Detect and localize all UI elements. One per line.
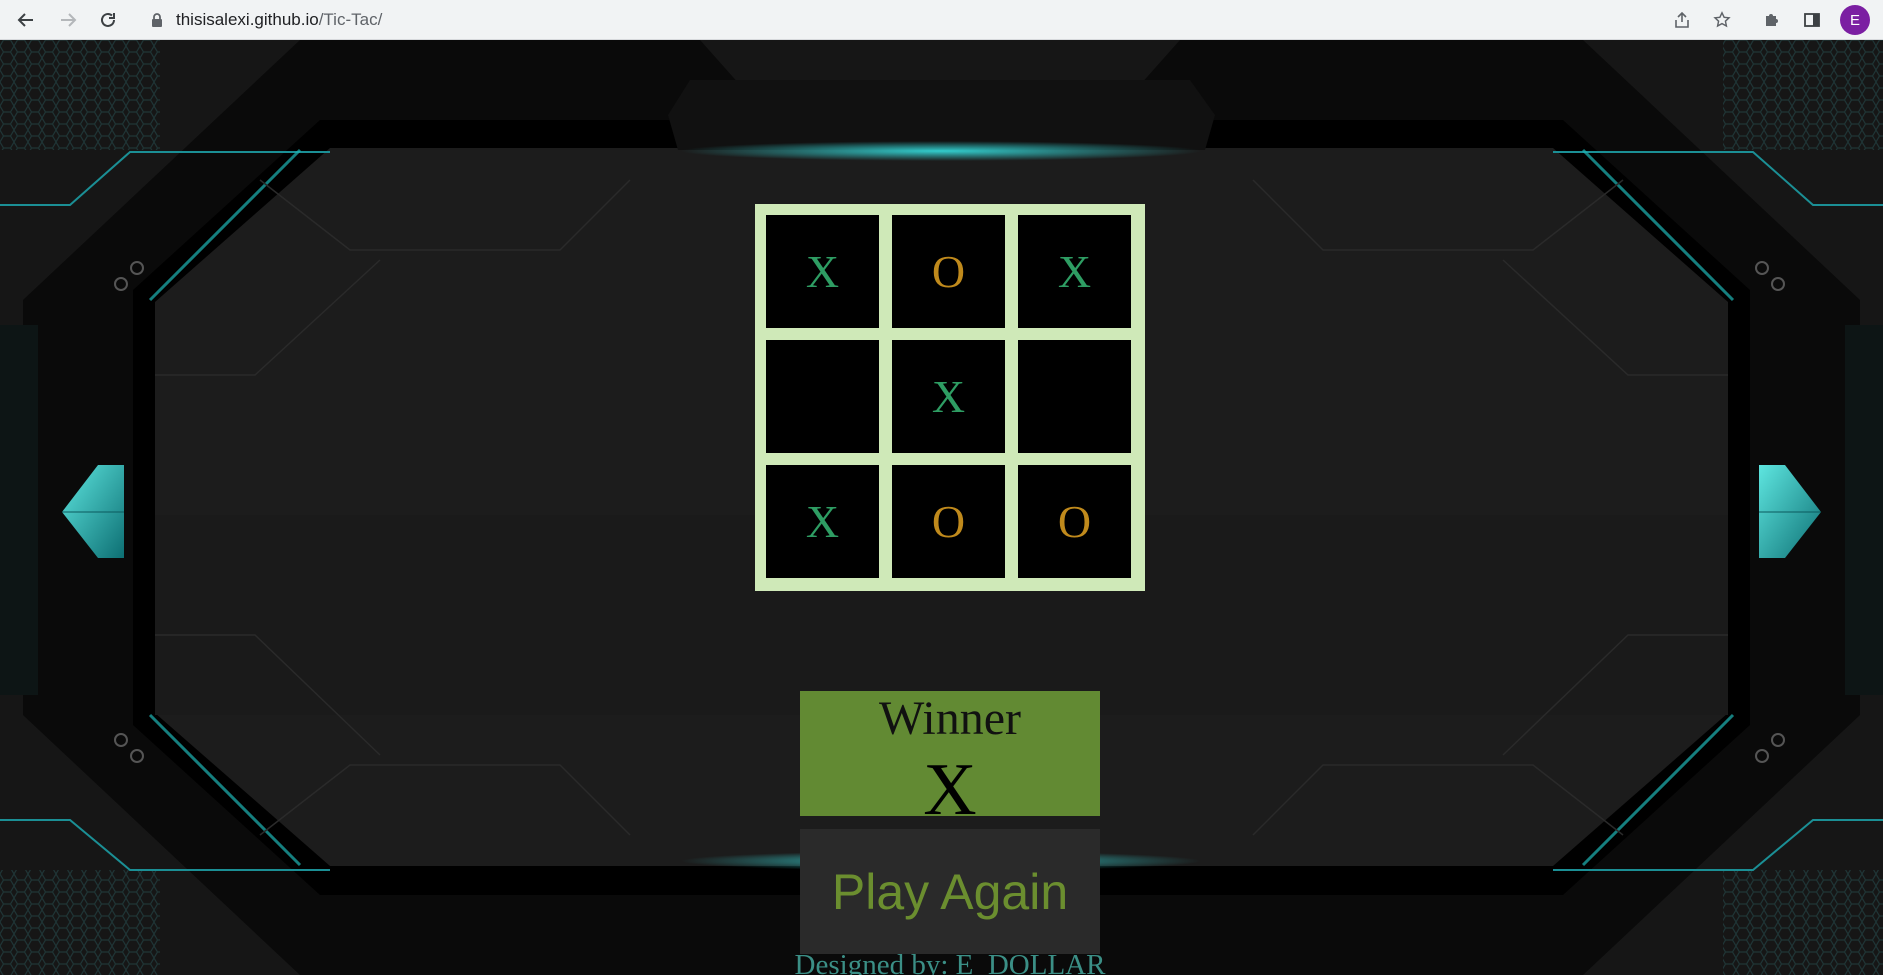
board-cell-r2-c3[interactable] [1018, 340, 1131, 453]
winner-label: Winner [878, 692, 1021, 745]
board-cell-r2-c1[interactable] [766, 340, 879, 453]
puzzle-icon [1766, 14, 1778, 26]
tic-tac-toe-board: XOXXXOO [755, 204, 1145, 591]
share-button[interactable] [1668, 6, 1696, 34]
winner-value: X [923, 749, 977, 816]
board-cell-r1-c3[interactable]: X [1018, 215, 1131, 328]
url-host: thisisalexi.github.io [176, 10, 319, 29]
designer-credit: Designed by: E_DOLLAR [794, 949, 1106, 975]
board-cell-r1-c1[interactable]: X [766, 215, 879, 328]
arrow-left-icon [17, 13, 33, 27]
reload-button[interactable] [94, 6, 122, 34]
address-bar[interactable]: thisisalexi.github.io/Tic-Tac/ [138, 5, 1738, 35]
share-icon [1675, 11, 1689, 28]
lock-icon [152, 13, 162, 27]
board-cell-r2-c2[interactable]: X [892, 340, 1005, 453]
board-cell-r1-c2[interactable]: O [892, 215, 1005, 328]
side-panel-button[interactable] [1798, 6, 1826, 34]
browser-toolbar: thisisalexi.github.io/Tic-Tac/ E [0, 0, 1883, 40]
forward-button[interactable] [54, 6, 82, 34]
play-again-button[interactable]: Play Again [800, 829, 1100, 954]
board-cell-r3-c2[interactable]: O [892, 465, 1005, 578]
star-icon [1713, 11, 1731, 28]
extensions-button[interactable] [1758, 6, 1786, 34]
reload-icon [101, 12, 115, 27]
board-cell-r3-c3[interactable]: O [1018, 465, 1131, 578]
url-text: thisisalexi.github.io/Tic-Tac/ [176, 10, 382, 30]
profile-initial: E [1849, 11, 1860, 29]
arrow-right-icon [61, 13, 77, 27]
url-path: /Tic-Tac/ [318, 10, 383, 29]
back-button[interactable] [12, 6, 40, 34]
winner-panel: Winner X [800, 691, 1100, 816]
side-panel-icon [1804, 13, 1820, 27]
board-cell-r3-c1[interactable]: X [766, 465, 879, 578]
profile-avatar[interactable]: E [1840, 5, 1870, 35]
bookmark-button[interactable] [1708, 6, 1736, 34]
game-page: XOXXXOO Winner X Play Again Designed by:… [0, 40, 1883, 975]
